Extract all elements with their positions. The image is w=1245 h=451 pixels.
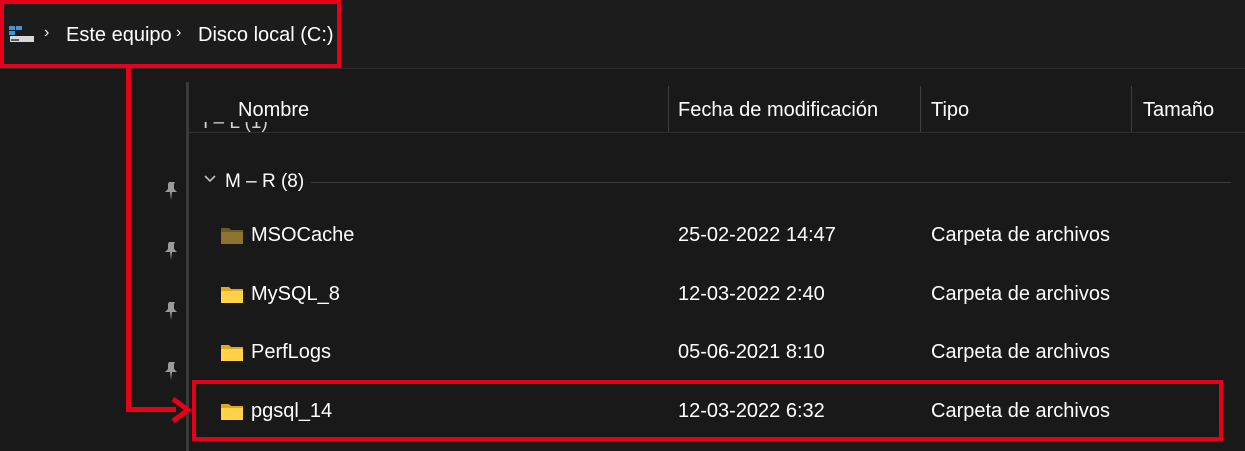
group-header[interactable]: M – R (8) bbox=[189, 164, 1245, 200]
folder-icon bbox=[221, 404, 243, 420]
folder-icon bbox=[221, 287, 243, 303]
annotation-connector bbox=[126, 407, 176, 412]
file-type: Carpeta de archivos bbox=[931, 341, 1110, 363]
file-row[interactable]: pgsql_14 12-03-2022 6:32 Carpeta de arch… bbox=[189, 383, 1245, 441]
file-type: Carpeta de archivos bbox=[931, 224, 1110, 246]
column-date[interactable]: Fecha de modificación bbox=[678, 99, 878, 122]
file-name: PerfLogs bbox=[251, 341, 332, 363]
folder-hidden-icon bbox=[221, 228, 243, 244]
file-name: pgsql_14 bbox=[251, 400, 333, 422]
group-label: I – L (1) bbox=[203, 122, 268, 133]
pin-icon[interactable] bbox=[162, 181, 180, 201]
this-pc-icon bbox=[9, 26, 34, 42]
pin-icon[interactable] bbox=[162, 361, 180, 381]
group-header-clipped[interactable]: I – L (1) bbox=[189, 122, 489, 138]
column-size[interactable]: Tamaño bbox=[1143, 99, 1214, 122]
file-type: Carpeta de archivos bbox=[931, 400, 1110, 422]
address-bar[interactable]: › Este equipo › Disco local (C:) bbox=[0, 0, 1245, 69]
pin-icon[interactable] bbox=[162, 241, 180, 261]
file-row[interactable]: MySQL_8 12-03-2022 2:40 Carpeta de archi… bbox=[189, 266, 1245, 324]
navigation-pane bbox=[0, 69, 186, 451]
annotation-connector bbox=[126, 66, 131, 412]
file-row[interactable]: MSOCache 25-02-2022 14:47 Carpeta de arc… bbox=[189, 207, 1245, 265]
column-divider[interactable] bbox=[1131, 86, 1132, 132]
breadcrumb-separator[interactable]: › bbox=[44, 24, 49, 42]
file-name: MySQL_8 bbox=[251, 283, 340, 305]
group-label: M – R (8) bbox=[225, 171, 305, 192]
file-row[interactable]: PerfLogs 05-06-2021 8:10 Carpeta de arch… bbox=[189, 324, 1245, 382]
breadcrumb-separator[interactable]: › bbox=[176, 24, 181, 42]
chevron-down-icon[interactable] bbox=[203, 174, 217, 184]
column-name[interactable]: Nombre bbox=[238, 99, 309, 122]
file-type: Carpeta de archivos bbox=[931, 283, 1110, 305]
file-name: MSOCache bbox=[251, 224, 355, 246]
group-divider bbox=[311, 182, 1231, 183]
file-date: 25-02-2022 14:47 bbox=[678, 224, 836, 246]
folder-icon bbox=[221, 345, 243, 361]
column-type[interactable]: Tipo bbox=[931, 99, 969, 122]
file-date: 05-06-2021 8:10 bbox=[678, 341, 825, 363]
file-date: 12-03-2022 2:40 bbox=[678, 283, 825, 305]
breadcrumb-this-pc[interactable]: Este equipo bbox=[66, 24, 172, 47]
column-divider[interactable] bbox=[920, 86, 921, 132]
breadcrumb-local-disk[interactable]: Disco local (C:) bbox=[198, 24, 334, 47]
file-date: 12-03-2022 6:32 bbox=[678, 400, 825, 422]
pin-icon[interactable] bbox=[162, 301, 180, 321]
annotation-arrow-icon bbox=[171, 396, 193, 424]
column-divider[interactable] bbox=[668, 86, 669, 132]
